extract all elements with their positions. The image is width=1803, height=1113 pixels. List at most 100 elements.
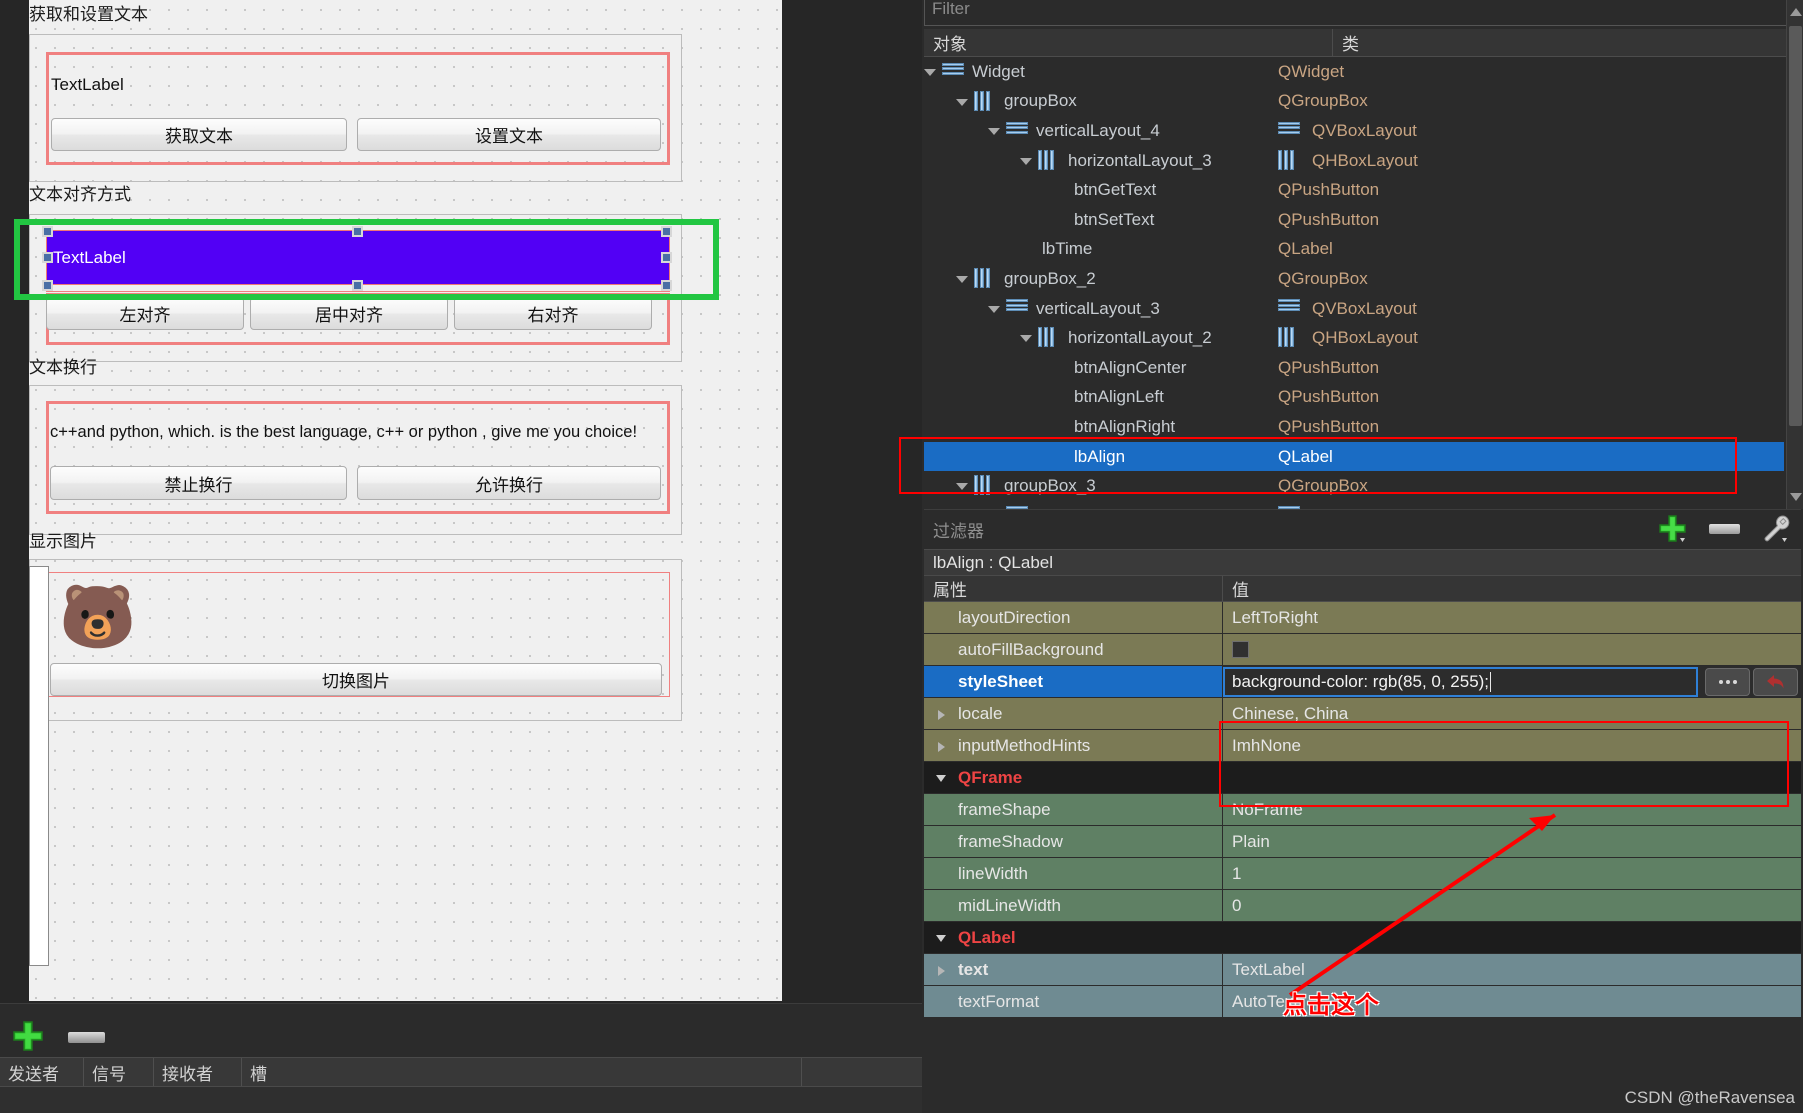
button-btnAlignCenter[interactable]: 居中对齐 <box>250 297 448 330</box>
object-tree-scrollbar[interactable] <box>1786 0 1803 509</box>
property-value-cell[interactable]: 0 <box>1223 890 1801 922</box>
property-name-cell[interactable]: inputMethodHints <box>924 730 1223 762</box>
tree-row-groupBox_3[interactable]: groupBox_3 QGroupBox <box>924 471 1784 501</box>
property-name-cell[interactable]: frameShadow <box>924 826 1223 858</box>
resize-handle-ml[interactable] <box>42 252 53 263</box>
button-btnAlignLeft[interactable]: 左对齐 <box>46 297 244 330</box>
property-value-cell[interactable]: NoFrame <box>1223 794 1801 826</box>
property-name-cell[interactable]: text <box>924 954 1223 986</box>
remove-icon[interactable] <box>68 1032 105 1043</box>
add-property-icon[interactable] <box>1658 514 1688 544</box>
column-object[interactable]: 对象 <box>924 29 1333 56</box>
property-name-cell[interactable]: midLineWidth <box>924 890 1223 922</box>
object-tree[interactable]: Widget QWidget groupBox QGroupBox verticalLa… <box>924 57 1784 509</box>
label-lbAlign-selected[interactable]: TextLabel <box>46 230 670 285</box>
tree-row-verticalLayout_3[interactable]: verticalLayout_3 QVBoxLayout <box>924 294 1784 324</box>
property-value-cell[interactable] <box>1223 762 1801 794</box>
disclosure-triangle-icon[interactable] <box>988 128 1000 136</box>
object-filter-input[interactable]: Filter <box>924 0 1801 26</box>
disclosure-triangle-icon[interactable] <box>956 98 968 106</box>
property-value-cell[interactable]: TextLabel <box>1223 954 1801 986</box>
property-value-cell[interactable]: Chinese, China <box>1223 698 1801 730</box>
resize-handle-tc[interactable] <box>352 226 363 237</box>
collapse-triangle-icon[interactable] <box>936 775 946 782</box>
property-name-cell[interactable]: autoFillBackground <box>924 634 1223 666</box>
collapse-triangle-icon[interactable] <box>936 935 946 942</box>
tree-row-lbTime[interactable]: lbTime QLabel <box>924 235 1784 265</box>
property-table[interactable]: layoutDirection LeftToRight autoFillBackgr… <box>924 602 1801 1113</box>
property-row-QFrame[interactable]: QFrame <box>924 762 1801 794</box>
checkbox-unchecked-icon[interactable] <box>1232 641 1249 658</box>
tree-row-horizontalLayout_2[interactable]: horizontalLayout_2 QHBoxLayout <box>924 323 1784 353</box>
property-row-QLabel[interactable]: QLabel <box>924 922 1801 954</box>
property-name-cell[interactable]: QFrame <box>924 762 1223 794</box>
property-row-styleSheet[interactable]: styleSheet background-color: rgb(85, 0, 2… <box>924 666 1801 698</box>
property-row-lineWidth[interactable]: lineWidth 1 <box>924 858 1801 890</box>
button-btnSetText[interactable]: 设置文本 <box>357 118 661 151</box>
add-icon[interactable] <box>11 1019 45 1053</box>
property-value-cell[interactable]: LeftToRight <box>1223 602 1801 634</box>
expand-triangle-icon[interactable] <box>938 966 945 976</box>
resize-handle-bc[interactable] <box>352 280 363 291</box>
tree-row-btnAlignLeft[interactable]: btnAlignLeft QPushButton <box>924 383 1784 413</box>
property-value-cell[interactable]: ImhNone <box>1223 730 1801 762</box>
property-row-layoutDirection[interactable]: layoutDirection LeftToRight <box>924 602 1801 634</box>
property-name-cell[interactable]: layoutDirection <box>924 602 1223 634</box>
column-value[interactable]: 值 <box>1223 576 1801 601</box>
disclosure-triangle-icon[interactable] <box>1020 157 1032 165</box>
tree-row-horizontalLayout_3[interactable]: horizontalLayout_3 QHBoxLayout <box>924 146 1784 176</box>
design-canvas[interactable]: 获取和设置文本 TextLabel 获取文本 设置文本 文本对齐方式 TextL… <box>29 0 782 1001</box>
button-btnGetText[interactable]: 获取文本 <box>51 118 347 151</box>
scroll-down-icon[interactable] <box>1790 493 1802 501</box>
tree-row-groupBox_2[interactable]: groupBox_2 QGroupBox <box>924 264 1784 294</box>
label-lbTime[interactable]: TextLabel <box>51 62 663 109</box>
configure-icon[interactable] <box>1761 514 1791 544</box>
tree-row-btnAlignCenter[interactable]: btnAlignCenter QPushButton <box>924 353 1784 383</box>
button-btnSwitchImage[interactable]: 切换图片 <box>50 663 662 696</box>
column-receiver[interactable]: 接收者 <box>154 1058 242 1086</box>
tree-row-groupBox[interactable]: groupBox QGroupBox <box>924 87 1784 117</box>
property-name-cell[interactable]: locale <box>924 698 1223 730</box>
property-name-cell[interactable]: textFormat <box>924 986 1223 1018</box>
stylesheet-value-input[interactable]: background-color: rgb(85, 0, 255); <box>1223 667 1698 697</box>
tree-row-btnSetText[interactable]: btnSetText QPushButton <box>924 205 1784 235</box>
disclosure-triangle-icon[interactable] <box>988 305 1000 313</box>
property-row-inputMethodHints[interactable]: inputMethodHints ImhNone <box>924 730 1801 762</box>
resize-handle-mr[interactable] <box>661 252 672 263</box>
button-btnWrap[interactable]: 允许换行 <box>357 466 661 500</box>
column-class[interactable]: 类 <box>1333 29 1801 56</box>
expand-triangle-icon[interactable] <box>938 742 945 752</box>
property-row-midLineWidth[interactable]: midLineWidth 0 <box>924 890 1801 922</box>
property-value-cell[interactable]: 1 <box>1223 858 1801 890</box>
tree-row-verticalLayout_4[interactable]: verticalLayout_4 QVBoxLayout <box>924 116 1784 146</box>
property-name-cell[interactable]: frameShape <box>924 794 1223 826</box>
tree-row-lbAlign[interactable]: lbAlign QLabel <box>924 441 1784 472</box>
property-name-cell[interactable]: lineWidth <box>924 858 1223 890</box>
tree-row-Widget[interactable]: Widget QWidget <box>924 57 1784 87</box>
ellipsis-button[interactable] <box>1705 668 1750 696</box>
resize-handle-tr[interactable] <box>661 226 672 237</box>
reset-button[interactable] <box>1753 668 1798 696</box>
property-value-cell[interactable] <box>1223 922 1801 954</box>
signal-slot-body[interactable] <box>0 1087 922 1113</box>
column-signal[interactable]: 信号 <box>84 1058 154 1086</box>
property-filter-input[interactable]: 过滤器 <box>924 517 984 542</box>
disclosure-triangle-icon[interactable] <box>956 483 968 491</box>
property-name-cell[interactable]: QLabel <box>924 922 1223 954</box>
property-row-text[interactable]: text TextLabel <box>924 954 1801 986</box>
resize-handle-bl[interactable] <box>42 280 53 291</box>
resize-handle-tl[interactable] <box>42 226 53 237</box>
resize-handle-br[interactable] <box>661 280 672 291</box>
disclosure-triangle-icon[interactable] <box>1020 335 1032 343</box>
disclosure-triangle-icon[interactable] <box>924 69 936 76</box>
tree-row-btnAlignRight[interactable]: btnAlignRight QPushButton <box>924 412 1784 442</box>
scroll-up-icon[interactable] <box>1790 8 1802 16</box>
label-lbWrap[interactable]: c++and python, which. is the best langua… <box>50 407 668 457</box>
scrollbar-thumb[interactable] <box>1789 26 1802 426</box>
property-row-frameShadow[interactable]: frameShadow Plain <box>924 826 1801 858</box>
column-slot[interactable]: 槽 <box>242 1058 802 1086</box>
property-row-autoFillBackground[interactable]: autoFillBackground <box>924 634 1801 666</box>
column-sender[interactable]: 发送者 <box>0 1058 84 1086</box>
property-row-frameShape[interactable]: frameShape NoFrame <box>924 794 1801 826</box>
property-value-cell[interactable]: Plain <box>1223 826 1801 858</box>
